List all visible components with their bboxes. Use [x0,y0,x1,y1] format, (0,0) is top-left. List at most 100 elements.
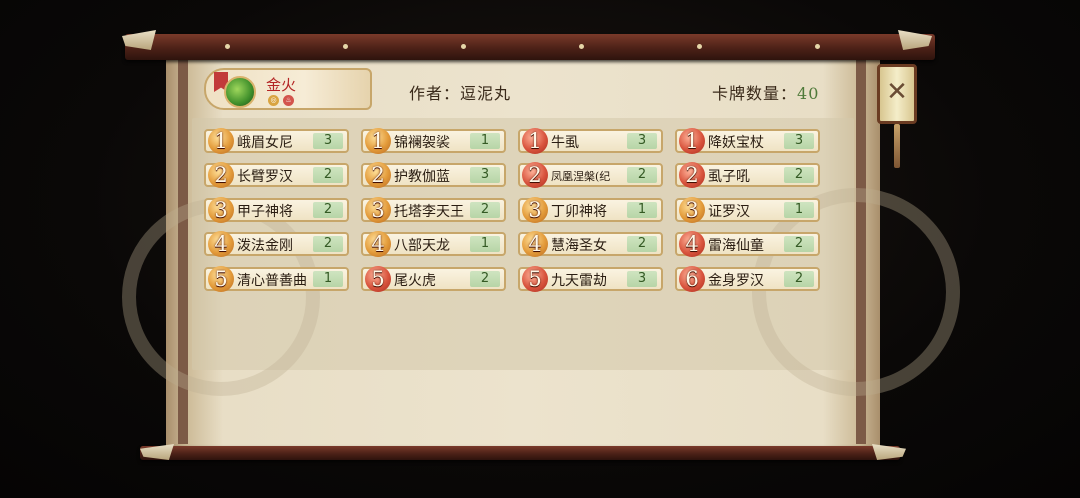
cost-badge: 1 [365,128,391,154]
cost-badge: 5 [208,266,234,292]
cost-badge: 3 [522,197,548,223]
author-name: 逗泥丸 [460,84,512,103]
rod-stud [579,44,584,49]
lantern-tassel [894,124,900,168]
card-count-line: 卡牌数量：40 [712,80,819,104]
flame-icon: ♨ [283,95,294,106]
card-quantity: 2 [784,236,814,252]
card-name: 泼法金刚 [237,238,293,254]
close-icon: ✕ [886,77,908,107]
author-label: 作者： [409,84,461,103]
card-quantity: 3 [313,133,343,149]
close-button[interactable]: ✕ [877,64,917,124]
rod-stud [697,44,702,49]
cost-badge: 6 [679,266,705,292]
rod-stud [225,44,230,49]
cost-badge: 2 [208,162,234,188]
card-name: 证罗汉 [708,204,750,220]
card-row[interactable]: 6 金身罗汉 2 [675,266,820,292]
card-row[interactable]: 4 慧海圣女 2 [518,231,663,257]
card-name: 雷海仙童 [708,238,764,254]
cost-badge: 5 [365,266,391,292]
deck-hero-icon [224,76,256,108]
scroll-rod-top [125,34,935,60]
card-name: 锦襕袈裟 [394,135,450,151]
card-row[interactable]: 4 雷海仙童 2 [675,231,820,257]
card-quantity: 2 [313,236,343,252]
card-row[interactable]: 1 锦襕袈裟 1 [361,128,506,154]
card-row[interactable]: 3 丁卯神将 1 [518,197,663,223]
card-quantity: 2 [627,236,657,252]
cost-badge: 4 [522,231,548,257]
card-row[interactable]: 1 降妖宝杖 3 [675,128,820,154]
cost-badge: 2 [365,162,391,188]
card-row[interactable]: 3 证罗汉 1 [675,197,820,223]
cost-badge: 4 [208,231,234,257]
card-name: 长臂罗汉 [237,169,293,185]
coin-icon: ◎ [268,95,279,106]
card-row[interactable]: 4 八部天龙 1 [361,231,506,257]
card-quantity: 1 [784,202,814,218]
card-name: 峨眉女尼 [237,135,293,151]
card-quantity: 2 [627,167,657,183]
rod-stud [461,44,466,49]
card-name: 丁卯神将 [551,204,607,220]
card-name: 降妖宝杖 [708,135,764,151]
card-count-value: 40 [797,84,820,103]
card-name: 牛虱 [551,135,579,151]
card-row[interactable]: 5 尾火虎 2 [361,266,506,292]
card-name: 八部天龙 [394,238,450,254]
cost-badge: 2 [522,162,548,188]
card-quantity: 1 [470,133,500,149]
card-row[interactable]: 2 虱子吼 2 [675,162,820,188]
card-name: 托塔李天王 [394,204,464,220]
card-row[interactable]: 3 托塔李天王 2 [361,197,506,223]
cost-badge: 2 [679,162,705,188]
card-quantity: 3 [784,133,814,149]
card-quantity: 1 [313,271,343,287]
card-row[interactable]: 5 清心普善曲 1 [204,266,349,292]
card-quantity: 3 [470,167,500,183]
card-count-label: 卡牌数量： [712,84,798,103]
card-quantity: 1 [470,236,500,252]
deck-name: 金火 [266,76,297,94]
card-row[interactable]: 4 泼法金刚 2 [204,231,349,257]
cost-badge: 4 [679,231,705,257]
card-name: 九天雷劫 [551,273,607,289]
card-row[interactable]: 2 凤凰涅槃(纪 2 [518,162,663,188]
cost-badge: 5 [522,266,548,292]
card-row[interactable]: 2 护教伽蓝 3 [361,162,506,188]
card-quantity: 2 [313,202,343,218]
swirl-ornament [122,198,320,396]
card-quantity: 2 [784,167,814,183]
card-name: 甲子神将 [237,204,293,220]
card-quantity: 2 [470,202,500,218]
cost-badge: 3 [208,197,234,223]
cost-badge: 1 [522,128,548,154]
card-row[interactable]: 2 长臂罗汉 2 [204,162,349,188]
card-name: 尾火虎 [394,273,436,289]
card-quantity: 2 [784,271,814,287]
rod-stud [815,44,820,49]
card-quantity: 1 [627,202,657,218]
cost-badge: 1 [208,128,234,154]
card-name: 慧海圣女 [551,238,607,254]
card-row[interactable]: 5 九天雷劫 3 [518,266,663,292]
cost-badge: 3 [365,197,391,223]
scroll-rod-bottom [140,446,900,460]
card-quantity: 2 [313,167,343,183]
card-quantity: 2 [470,271,500,287]
card-name: 虱子吼 [708,169,750,185]
card-name: 清心普善曲 [237,273,307,289]
card-row[interactable]: 3 甲子神将 2 [204,197,349,223]
card-name: 凤凰涅槃(纪 [551,170,611,183]
card-quantity: 3 [627,133,657,149]
card-name: 护教伽蓝 [394,169,450,185]
author-line: 作者：逗泥丸 [409,80,511,104]
card-row[interactable]: 1 牛虱 3 [518,128,663,154]
deck-badge: 金火 ◎ ♨ [204,68,372,110]
rod-stud [343,44,348,49]
card-row[interactable]: 1 峨眉女尼 3 [204,128,349,154]
card-quantity: 3 [627,271,657,287]
cost-badge: 3 [679,197,705,223]
